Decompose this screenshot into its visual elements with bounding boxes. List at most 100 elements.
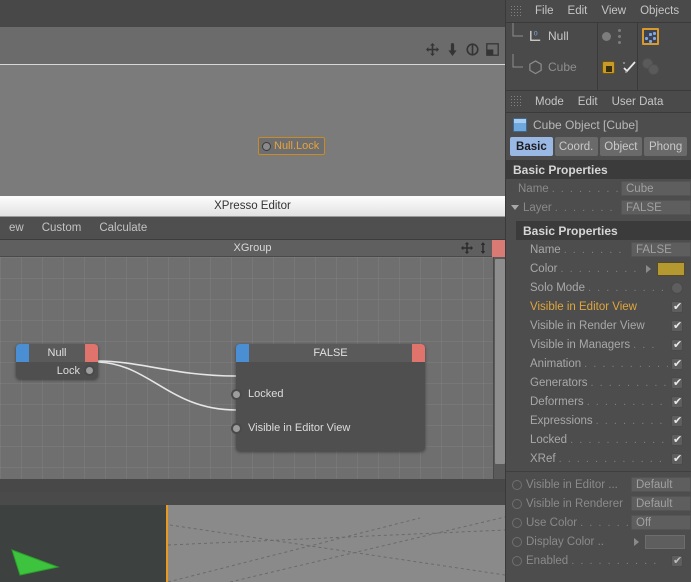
animation-track-icon[interactable] xyxy=(512,517,522,528)
node-input-port-area-icon[interactable] xyxy=(236,344,249,362)
animation-track-icon[interactable] xyxy=(512,479,522,490)
property-row-solo-mode[interactable]: Solo Mode . . . . . . . . . . . xyxy=(506,278,691,297)
display-color-swatch[interactable] xyxy=(645,534,685,549)
checkbox-expressions[interactable] xyxy=(671,414,683,427)
object-manager-list[interactable]: 0 Null Cube xyxy=(506,23,691,90)
property-row-layer-name[interactable]: Name . . . . . . . . . . . . . FALSE xyxy=(506,240,691,259)
tab-basic[interactable]: Basic xyxy=(510,137,553,156)
viewport-bottom[interactable] xyxy=(0,492,505,582)
input-port-icon[interactable] xyxy=(231,388,242,400)
property-row-name[interactable]: Name . . . . . . . . . . . . Cube xyxy=(506,179,691,198)
property-label-visible-editor-view: Visible in Editor View xyxy=(530,300,637,313)
checkbox-visible-managers[interactable] xyxy=(671,338,683,351)
property-row-enabled[interactable]: Enabled . . . . . . . . . . xyxy=(506,551,691,570)
property-row-use-color[interactable]: Use Color . . . . . . . . Off xyxy=(506,513,691,532)
property-field-layer-name[interactable]: FALSE xyxy=(631,242,691,257)
node-output-port-area-icon[interactable] xyxy=(412,344,425,362)
om-menu-file[interactable]: File xyxy=(528,4,561,18)
property-row-color[interactable]: Color . . . . . . . . . . . xyxy=(506,259,691,278)
xpresso-canvas[interactable]: Null Lock FALSE Locked Visible in Editor… xyxy=(0,257,493,479)
move-icon[interactable] xyxy=(461,242,473,254)
lock-tag-icon[interactable] xyxy=(602,60,615,74)
property-row-deformers[interactable]: Deformers . . . . . . . . . . xyxy=(506,392,691,411)
node-null-output-lock[interactable]: Lock xyxy=(57,362,98,379)
visibility-dots-icon[interactable] xyxy=(618,28,621,44)
property-field-use-color[interactable]: Off xyxy=(631,515,691,530)
xpresso-tag-icon[interactable] xyxy=(642,27,659,45)
animation-track-icon[interactable] xyxy=(512,536,522,547)
xgroup-header[interactable]: XGroup xyxy=(0,240,505,257)
property-row-locked[interactable]: Locked . . . . . . . . . . . . xyxy=(506,430,691,449)
property-row-visible-editor-view[interactable]: Visible in Editor View xyxy=(506,297,691,316)
tab-phong[interactable]: Phong xyxy=(644,137,687,156)
property-field-name[interactable]: Cube xyxy=(621,181,691,196)
object-row-cube[interactable]: Cube xyxy=(506,54,691,80)
property-row-xref[interactable]: XRef . . . . . . . . . . . . . . xyxy=(506,449,691,468)
checkbox-locked[interactable] xyxy=(671,433,683,446)
tab-object[interactable]: Object xyxy=(599,137,643,156)
node-input-port-area-icon[interactable] xyxy=(16,344,29,362)
node-null-header[interactable]: Null xyxy=(16,344,98,362)
visibility-dot-icon[interactable] xyxy=(602,31,611,41)
property-row-display-color[interactable]: Display Color .. xyxy=(506,532,691,551)
property-row-generators[interactable]: Generators . . . . . . . . . xyxy=(506,373,691,392)
checkbox-animation[interactable] xyxy=(671,357,683,370)
chevron-right-icon[interactable] xyxy=(634,537,639,546)
xpresso-node-null[interactable]: Null Lock xyxy=(16,344,98,379)
node-output-port-area-icon[interactable] xyxy=(85,344,98,362)
attr-menu-userdata[interactable]: User Data xyxy=(605,95,671,109)
output-port-icon[interactable] xyxy=(84,365,95,376)
node-false-input-visible-editor[interactable]: Visible in Editor View xyxy=(231,422,350,434)
node-false-input-locked[interactable]: Locked xyxy=(231,388,283,400)
grip-icon[interactable] xyxy=(510,95,523,108)
node-false-header[interactable]: FALSE xyxy=(236,344,425,362)
property-row-visible-managers[interactable]: Visible in Managers . . . xyxy=(506,335,691,354)
property-field-visible-in-renderer[interactable]: Default xyxy=(631,496,691,511)
xpresso-vertical-scrollbar[interactable] xyxy=(493,257,505,479)
property-field-visible-in-editor[interactable]: Default xyxy=(631,477,691,492)
checkbox-deformers[interactable] xyxy=(671,395,683,408)
color-swatch[interactable] xyxy=(657,261,685,276)
solo-mode-toggle[interactable] xyxy=(671,281,683,294)
attr-menu-edit[interactable]: Edit xyxy=(571,95,605,109)
rotate-icon[interactable] xyxy=(466,43,479,56)
om-menu-objects[interactable]: Objects xyxy=(633,4,686,18)
property-row-visible-render-view[interactable]: Visible in Render View xyxy=(506,316,691,335)
dolly-icon[interactable] xyxy=(446,43,459,56)
checkbox-enabled[interactable] xyxy=(671,554,683,567)
property-row-expressions[interactable]: Expressions . . . . . . . . xyxy=(506,411,691,430)
attr-menu-mode[interactable]: Mode xyxy=(528,95,571,109)
xgroup-close-chip[interactable] xyxy=(492,240,505,257)
xpresso-menu-custom[interactable]: Custom xyxy=(33,220,91,236)
resize-icon[interactable] xyxy=(477,242,489,254)
property-field-layer[interactable]: FALSE xyxy=(621,200,691,215)
grip-icon[interactable] xyxy=(510,4,523,18)
xpresso-node-false[interactable]: FALSE Locked Visible in Editor View xyxy=(231,344,425,451)
xpresso-menu-view[interactable]: ew xyxy=(0,220,33,236)
xpresso-menu-calculate[interactable]: Calculate xyxy=(90,220,156,236)
input-port-icon[interactable] xyxy=(231,422,242,434)
chevron-down-icon[interactable] xyxy=(511,205,519,210)
property-row-animation[interactable]: Animation . . . . . . . . . . xyxy=(506,354,691,373)
xpresso-titlebar[interactable]: XPresso Editor xyxy=(0,196,505,217)
property-row-visible-in-editor[interactable]: Visible in Editor ... Default xyxy=(506,475,691,494)
pan-icon[interactable] xyxy=(426,43,439,56)
viewport-top[interactable]: Null.Lock xyxy=(0,0,505,196)
chevron-right-icon[interactable] xyxy=(646,264,651,273)
checkbox-visible-editor-view[interactable] xyxy=(671,300,683,313)
property-row-visible-in-renderer[interactable]: Visible in Renderer Default xyxy=(506,494,691,513)
checkbox-visible-render-view[interactable] xyxy=(671,319,683,332)
check-tag-icon[interactable] xyxy=(622,60,638,74)
object-row-null[interactable]: 0 Null xyxy=(506,23,691,49)
checkbox-generators[interactable] xyxy=(671,376,683,389)
animation-track-icon[interactable] xyxy=(512,555,522,566)
scrollbar-thumb[interactable] xyxy=(495,259,505,464)
checkbox-xref[interactable] xyxy=(671,452,683,465)
animation-track-icon[interactable] xyxy=(512,498,522,509)
null-lock-node-label[interactable]: Null.Lock xyxy=(258,137,326,155)
om-menu-view[interactable]: View xyxy=(594,4,633,18)
om-menu-edit[interactable]: Edit xyxy=(561,4,595,18)
tab-coord[interactable]: Coord. xyxy=(554,137,598,156)
maximize-icon[interactable] xyxy=(486,43,499,56)
property-row-layer[interactable]: Layer . . . . . . . . . . . . FALSE xyxy=(506,198,691,217)
